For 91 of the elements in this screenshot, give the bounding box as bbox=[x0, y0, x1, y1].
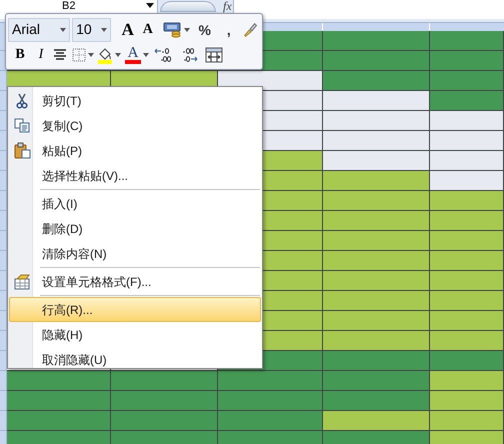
formula-field[interactable] bbox=[232, 0, 504, 19]
caret-icon[interactable] bbox=[143, 53, 149, 58]
table-cell[interactable] bbox=[323, 111, 430, 131]
table-cell[interactable] bbox=[430, 351, 504, 371]
table-cell[interactable] bbox=[430, 191, 504, 211]
table-cell[interactable] bbox=[430, 371, 504, 391]
table-cell[interactable] bbox=[218, 391, 323, 411]
center-align-icon bbox=[53, 49, 67, 62]
borders-icon bbox=[72, 48, 86, 62]
table-cell[interactable] bbox=[323, 351, 430, 371]
table-cell[interactable] bbox=[430, 311, 504, 331]
table-cell[interactable] bbox=[430, 231, 504, 251]
caret-icon[interactable] bbox=[146, 3, 154, 8]
grow-font-button[interactable]: A bbox=[118, 20, 137, 40]
table-cell[interactable] bbox=[430, 131, 504, 151]
table-cell[interactable] bbox=[430, 91, 504, 111]
caret-icon[interactable] bbox=[60, 28, 66, 32]
menu-item[interactable]: 隐藏(H) bbox=[9, 322, 261, 347]
table-cell[interactable] bbox=[430, 111, 504, 131]
paintbrush-icon bbox=[242, 20, 258, 39]
menu-item[interactable]: 删除(D) bbox=[9, 216, 261, 241]
increase-decimal-icon bbox=[154, 47, 172, 64]
font-color-button[interactable]: A bbox=[125, 46, 141, 64]
table-cell[interactable] bbox=[323, 291, 430, 311]
caret-icon[interactable] bbox=[115, 53, 121, 58]
menu-item[interactable]: 粘贴(P) bbox=[9, 138, 261, 163]
table-cell[interactable] bbox=[323, 391, 430, 411]
menu-item[interactable]: 剪切(T) bbox=[9, 88, 261, 113]
caret-icon[interactable] bbox=[184, 28, 190, 32]
font-size-field[interactable]: 10 bbox=[72, 18, 111, 42]
menu-item[interactable]: 设置单元格格式(F)... bbox=[9, 269, 261, 294]
table-cell[interactable] bbox=[111, 411, 218, 431]
menu-item[interactable]: 行高(R)... bbox=[9, 297, 261, 322]
table-cell[interactable] bbox=[218, 411, 323, 431]
table-cell[interactable] bbox=[323, 411, 430, 431]
splitter-handle[interactable] bbox=[160, 1, 216, 12]
table-cell[interactable] bbox=[323, 91, 430, 111]
shrink-font-button[interactable]: A bbox=[138, 20, 157, 40]
table-cell[interactable] bbox=[430, 151, 504, 171]
table-cell[interactable] bbox=[323, 151, 430, 171]
comma-button[interactable]: , bbox=[220, 20, 238, 40]
menu-item[interactable]: 清除内容(N) bbox=[9, 241, 261, 266]
table-cell[interactable] bbox=[430, 71, 504, 91]
table-cell[interactable] bbox=[323, 191, 430, 211]
caret-icon[interactable] bbox=[100, 28, 107, 32]
table-cell[interactable] bbox=[430, 251, 504, 271]
money-icon bbox=[162, 22, 183, 38]
fill-color-icon[interactable] bbox=[97, 46, 113, 64]
table-cell[interactable] bbox=[430, 391, 504, 411]
table-cell[interactable] bbox=[218, 371, 323, 391]
table-cell[interactable] bbox=[323, 71, 430, 91]
menu-item[interactable]: 取消隐藏(U) bbox=[9, 347, 261, 372]
table-cell[interactable] bbox=[323, 31, 430, 51]
table-cell[interactable] bbox=[111, 371, 218, 391]
format-cells-icon bbox=[14, 274, 30, 290]
menu-item[interactable]: 插入(I) bbox=[9, 191, 261, 216]
merge-cells-icon bbox=[205, 47, 223, 64]
table-cell[interactable] bbox=[7, 371, 111, 391]
table-cell[interactable] bbox=[323, 171, 430, 191]
table-cell[interactable] bbox=[430, 291, 504, 311]
font-name-field[interactable]: Arial bbox=[8, 18, 70, 42]
table-cell[interactable] bbox=[323, 331, 430, 351]
percent-button[interactable]: % bbox=[196, 20, 214, 40]
table-cell[interactable] bbox=[7, 391, 111, 411]
copy-icon bbox=[14, 118, 30, 133]
table-cell[interactable] bbox=[430, 411, 504, 431]
bold-button[interactable]: B bbox=[11, 45, 29, 66]
table-cell[interactable] bbox=[323, 231, 430, 251]
insert-function-button[interactable]: fx bbox=[222, 1, 233, 13]
table-cell[interactable] bbox=[111, 391, 218, 411]
cell-reference: B2 bbox=[62, 1, 76, 12]
clipboard-icon bbox=[14, 142, 30, 159]
table-cell[interactable] bbox=[323, 311, 430, 331]
table-cell[interactable] bbox=[430, 171, 504, 191]
table-cell[interactable] bbox=[430, 211, 504, 231]
table-cell[interactable] bbox=[323, 371, 430, 391]
table-cell[interactable] bbox=[323, 271, 430, 291]
menu-item[interactable]: 复制(C) bbox=[9, 113, 261, 138]
caret-icon[interactable] bbox=[88, 53, 94, 58]
table-cell[interactable] bbox=[430, 331, 504, 351]
table-cell[interactable] bbox=[430, 31, 504, 51]
table-cell[interactable] bbox=[323, 51, 430, 71]
table-cell[interactable] bbox=[323, 251, 430, 271]
table-cell[interactable] bbox=[7, 411, 111, 431]
scissors-icon bbox=[16, 92, 28, 108]
table-cell[interactable] bbox=[430, 271, 504, 291]
menu-item[interactable]: 选择性粘贴(V)... bbox=[9, 163, 261, 188]
table-cell[interactable] bbox=[323, 211, 430, 231]
table-cell[interactable] bbox=[323, 131, 430, 151]
table-cell[interactable] bbox=[430, 51, 504, 71]
italic-button[interactable]: I bbox=[32, 45, 50, 66]
